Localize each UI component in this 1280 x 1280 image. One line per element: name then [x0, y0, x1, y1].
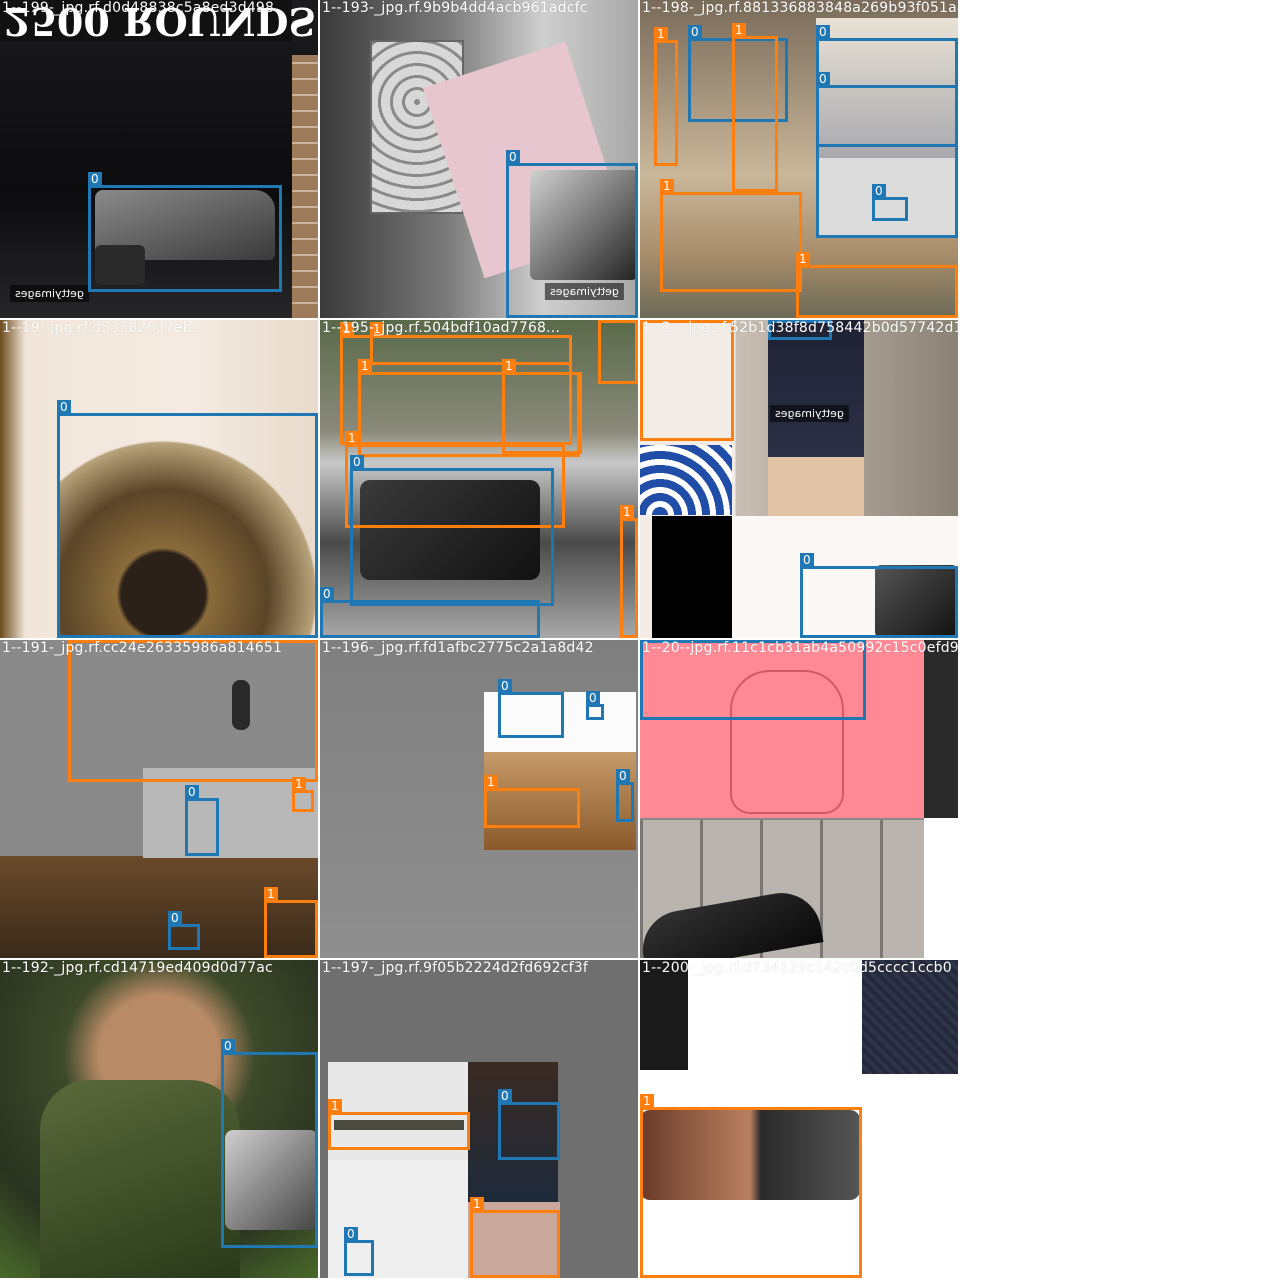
- class-tag: 0: [800, 553, 814, 567]
- class-tag: 1: [598, 320, 612, 321]
- wave-logo: [640, 445, 732, 515]
- bbox-pistol: 0: [221, 1039, 318, 1248]
- dark-panel: [640, 960, 688, 1070]
- bbox-pistol: 0: [498, 1089, 560, 1160]
- bbox-pistol: 0: [800, 553, 958, 638]
- class-tag: 1: [345, 431, 359, 445]
- tile-filename: 1--198-_jpg.rf.881336883848a269b93f051aa: [642, 0, 958, 16]
- bbox-rifle: 1: [502, 359, 582, 454]
- class-tag: 1: [640, 1094, 654, 1108]
- hood: [40, 1080, 240, 1278]
- bbox-pistol: 0: [506, 150, 638, 318]
- tile-filename: 1--19--jpg.rf.d53582637eb...: [2, 320, 206, 336]
- bbox-pistol: 0: [816, 72, 958, 147]
- class-tag: 0: [616, 769, 630, 783]
- class-tag: 0: [498, 679, 512, 693]
- tile-filename: 1--200-_jpg.rf.d734129c142c0d5cccc1ccb0: [642, 960, 952, 976]
- bbox-pistol: 0: [586, 691, 604, 720]
- bbox-pistol: 0: [185, 785, 219, 856]
- class-tag: 0: [350, 455, 364, 469]
- class-tag: 1: [660, 179, 674, 193]
- class-tag: 0: [88, 172, 102, 186]
- bbox-rifle: 1: [640, 1094, 862, 1278]
- class-tag: 0: [168, 911, 182, 925]
- tile-20: 0 1--20--jpg.rf.11c1cb31ab4a50992c15c0ef…: [640, 640, 958, 958]
- bbox-pistol: 0: [344, 1227, 374, 1276]
- tile-filename: 1--2--_jpg.rf.52b1d38f8d758442b0d57742d1: [642, 320, 958, 336]
- bbox-pistol: 0: [498, 679, 564, 738]
- bbox-pistol: 0: [350, 455, 554, 606]
- class-tag: 1: [358, 359, 372, 373]
- tile-199: 2500 ROUNDS LAT gettyimages 0 1--199-_jp…: [0, 0, 318, 318]
- tile-filename: 1--195-_jpg.rf.504bdf10ad7768...: [322, 320, 561, 336]
- tile-191: 1 0 1 0 1 1--191-_jpg.rf.cc24e26335986a8…: [0, 640, 318, 958]
- bbox-rifle: 1: [660, 179, 802, 292]
- tile-195: 1 1 1 1 1 0 0 1 1 1--195-_jpg.rf.504bdf1…: [320, 320, 638, 638]
- bbox-rifle: 1: [292, 777, 314, 812]
- class-tag: 0: [221, 1039, 235, 1053]
- gettyimages-watermark: gettyimages: [770, 405, 849, 422]
- tile-192: 0 1--192-_jpg.rf.cd14719ed409d0d77ac: [0, 960, 318, 1278]
- bbox-pistol: 0: [168, 911, 200, 950]
- tile-193: gettyimages 0 1--193-_jpg.rf.9b9b4dd4acb…: [320, 0, 638, 318]
- class-tag: 0: [498, 1089, 512, 1103]
- class-tag: 0: [506, 150, 520, 164]
- tile-filename: 1--196-_jpg.rf.fd1afbc2775c2a1a8d42: [322, 640, 594, 656]
- bbox-rifle: 1: [796, 252, 958, 318]
- black-panel: [652, 516, 732, 638]
- bbox-pistol: 0: [616, 769, 634, 822]
- class-tag: 1: [732, 23, 746, 37]
- fabric-panel: [862, 960, 958, 1074]
- class-tag: 0: [586, 691, 600, 705]
- tile-filename: 1--193-_jpg.rf.9b9b4dd4acb961adcfc: [322, 0, 588, 16]
- bbox-rifle: 1: [732, 23, 778, 192]
- tile-197: 1 0 1 0 1--197-_jpg.rf.9f05b2224d2fd692c…: [320, 960, 638, 1278]
- class-tag: 0: [688, 25, 702, 39]
- class-tag: 0: [816, 72, 830, 86]
- class-tag: 0: [185, 785, 199, 799]
- tile-200: 1 1--200-_jpg.rf.d734129c142c0d5cccc1ccb…: [640, 960, 958, 1278]
- class-tag: 1: [654, 27, 668, 41]
- bbox-pistol: 0: [88, 172, 282, 292]
- tile-196: 0 0 1 0 1--196-_jpg.rf.fd1afbc2775c2a1a8…: [320, 640, 638, 958]
- bbox-pistol: 0: [320, 587, 540, 638]
- class-tag: 1: [796, 252, 810, 266]
- class-tag: 0: [344, 1227, 358, 1241]
- class-tag: 0: [872, 184, 886, 198]
- mosaic-grid: 2500 ROUNDS LAT gettyimages 0 1--199-_jp…: [0, 0, 960, 1278]
- bbox-rifle: 1: [470, 1197, 560, 1278]
- bbox-rifle: 1: [370, 322, 572, 365]
- tile-19: 0 1--19--jpg.rf.d53582637eb...: [0, 320, 318, 638]
- class-tag: 1: [292, 777, 306, 791]
- class-tag: 1: [264, 887, 278, 901]
- class-tag: 0: [57, 400, 71, 414]
- class-tag: 1: [620, 505, 634, 519]
- bbox-rifle: 1: [68, 640, 318, 782]
- tile-2: gettyimages 1 0 0 1--2--_jpg.rf.52b1d38f…: [640, 320, 958, 638]
- bbox-rifle: 1: [484, 775, 580, 828]
- tile-filename: 1--192-_jpg.rf.cd14719ed409d0d77ac: [2, 960, 273, 976]
- class-tag: 1: [484, 775, 498, 789]
- tile-filename: 1--20--jpg.rf.11c1cb31ab4a50992c15c0efd9: [642, 640, 958, 656]
- class-tag: 0: [816, 25, 830, 39]
- tile-filename: 1--197-_jpg.rf.9f05b2224d2fd692cf3f: [322, 960, 588, 976]
- tile-filename: 1--199-_jpg.rf.d0d48838c5a8ed3d498: [2, 0, 275, 16]
- gettyimages-watermark: gettyimages: [10, 285, 89, 302]
- class-tag: 0: [320, 587, 334, 601]
- bbox-rifle: 1: [264, 887, 318, 958]
- class-tag: 1: [470, 1197, 484, 1211]
- bbox-rifle: 1: [598, 320, 638, 384]
- bbox-pistol: 0: [872, 184, 908, 221]
- bbox-pistol: 0: [57, 400, 318, 638]
- brick-wall: [292, 55, 318, 318]
- class-tag: 1: [502, 359, 516, 373]
- bbox-rifle: 1: [620, 505, 638, 638]
- bbox-rifle: 1: [640, 320, 734, 441]
- class-tag: 1: [328, 1099, 342, 1113]
- bbox-rifle: 1: [654, 27, 678, 166]
- tile-filename: 1--191-_jpg.rf.cc24e26335986a814651: [2, 640, 283, 656]
- tile-198: 1 0 1 0 0 0 1 1 1--198-_jpg.rf.881336883…: [640, 0, 958, 318]
- bbox-rifle: 1: [328, 1099, 470, 1150]
- white-panel: [924, 818, 958, 958]
